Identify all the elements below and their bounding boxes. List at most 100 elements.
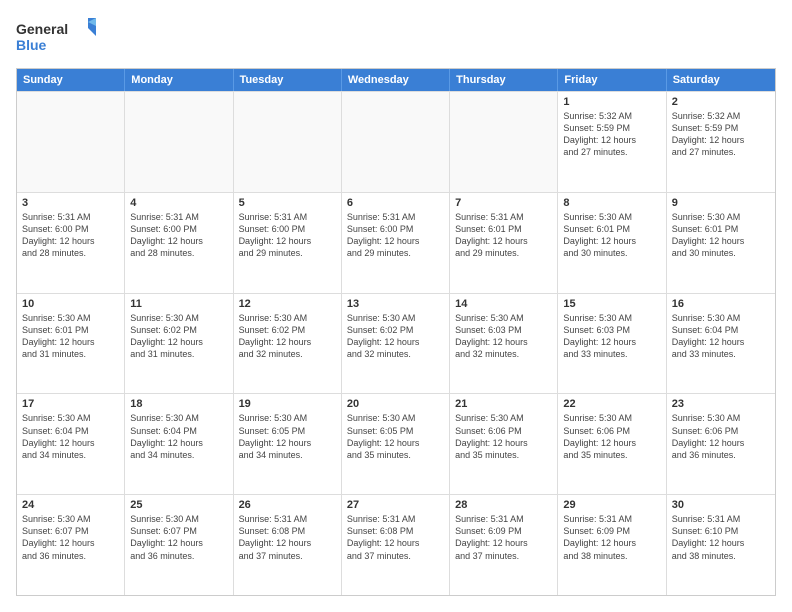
cal-cell: 21 Sunrise: 5:30 AM Sunset: 6:06 PM Dayli…: [450, 394, 558, 494]
cell-info: Sunrise: 5:31 AM Sunset: 6:10 PM Dayligh…: [672, 513, 770, 562]
cal-cell: 12 Sunrise: 5:30 AM Sunset: 6:02 PM Dayli…: [234, 294, 342, 394]
day-number: 9: [672, 197, 770, 209]
cell-info: Sunrise: 5:31 AM Sunset: 6:00 PM Dayligh…: [22, 211, 119, 260]
cal-cell: [125, 92, 233, 192]
logo-icon: General Blue: [16, 16, 96, 58]
calendar-row-1: 3 Sunrise: 5:31 AM Sunset: 6:00 PM Daylig…: [17, 192, 775, 293]
cell-info: Sunrise: 5:30 AM Sunset: 6:06 PM Dayligh…: [672, 412, 770, 461]
day-number: 10: [22, 298, 119, 310]
cal-cell: 30 Sunrise: 5:31 AM Sunset: 6:10 PM Dayli…: [667, 495, 775, 595]
cal-cell: 3 Sunrise: 5:31 AM Sunset: 6:00 PM Daylig…: [17, 193, 125, 293]
day-number: 23: [672, 398, 770, 410]
day-number: 30: [672, 499, 770, 511]
cal-cell: 19 Sunrise: 5:30 AM Sunset: 6:05 PM Dayli…: [234, 394, 342, 494]
day-number: 6: [347, 197, 444, 209]
cal-cell: 7 Sunrise: 5:31 AM Sunset: 6:01 PM Daylig…: [450, 193, 558, 293]
cell-info: Sunrise: 5:30 AM Sunset: 6:04 PM Dayligh…: [130, 412, 227, 461]
cal-cell: 26 Sunrise: 5:31 AM Sunset: 6:08 PM Dayli…: [234, 495, 342, 595]
cal-cell: 17 Sunrise: 5:30 AM Sunset: 6:04 PM Dayli…: [17, 394, 125, 494]
cell-info: Sunrise: 5:30 AM Sunset: 6:06 PM Dayligh…: [455, 412, 552, 461]
cell-info: Sunrise: 5:30 AM Sunset: 6:01 PM Dayligh…: [22, 312, 119, 361]
cell-info: Sunrise: 5:30 AM Sunset: 6:01 PM Dayligh…: [672, 211, 770, 260]
header-day-saturday: Saturday: [667, 69, 775, 91]
cal-cell: 5 Sunrise: 5:31 AM Sunset: 6:00 PM Daylig…: [234, 193, 342, 293]
day-number: 11: [130, 298, 227, 310]
cell-info: Sunrise: 5:31 AM Sunset: 6:00 PM Dayligh…: [239, 211, 336, 260]
cal-cell: 6 Sunrise: 5:31 AM Sunset: 6:00 PM Daylig…: [342, 193, 450, 293]
day-number: 12: [239, 298, 336, 310]
day-number: 1: [563, 96, 660, 108]
cell-info: Sunrise: 5:30 AM Sunset: 6:05 PM Dayligh…: [347, 412, 444, 461]
cell-info: Sunrise: 5:31 AM Sunset: 6:09 PM Dayligh…: [455, 513, 552, 562]
calendar: SundayMondayTuesdayWednesdayThursdayFrid…: [16, 68, 776, 596]
day-number: 26: [239, 499, 336, 511]
cell-info: Sunrise: 5:30 AM Sunset: 6:03 PM Dayligh…: [455, 312, 552, 361]
cell-info: Sunrise: 5:30 AM Sunset: 6:06 PM Dayligh…: [563, 412, 660, 461]
cal-cell: [234, 92, 342, 192]
day-number: 25: [130, 499, 227, 511]
cell-info: Sunrise: 5:31 AM Sunset: 6:08 PM Dayligh…: [347, 513, 444, 562]
calendar-row-4: 24 Sunrise: 5:30 AM Sunset: 6:07 PM Dayli…: [17, 494, 775, 595]
cell-info: Sunrise: 5:31 AM Sunset: 6:08 PM Dayligh…: [239, 513, 336, 562]
header-day-friday: Friday: [558, 69, 666, 91]
cell-info: Sunrise: 5:31 AM Sunset: 6:09 PM Dayligh…: [563, 513, 660, 562]
calendar-row-3: 17 Sunrise: 5:30 AM Sunset: 6:04 PM Dayli…: [17, 393, 775, 494]
calendar-body: 1 Sunrise: 5:32 AM Sunset: 5:59 PM Daylig…: [17, 91, 775, 595]
day-number: 22: [563, 398, 660, 410]
day-number: 7: [455, 197, 552, 209]
cell-info: Sunrise: 5:32 AM Sunset: 5:59 PM Dayligh…: [563, 110, 660, 159]
day-number: 24: [22, 499, 119, 511]
day-number: 5: [239, 197, 336, 209]
cell-info: Sunrise: 5:30 AM Sunset: 6:04 PM Dayligh…: [22, 412, 119, 461]
cal-cell: 24Sunrise: 5:30 AM Sunset: 6:07 PM Dayli…: [17, 495, 125, 595]
cell-info: Sunrise: 5:31 AM Sunset: 6:00 PM Dayligh…: [130, 211, 227, 260]
day-number: 28: [455, 499, 552, 511]
cell-info: Sunrise: 5:32 AM Sunset: 5:59 PM Dayligh…: [672, 110, 770, 159]
day-number: 15: [563, 298, 660, 310]
cal-cell: 11 Sunrise: 5:30 AM Sunset: 6:02 PM Dayli…: [125, 294, 233, 394]
day-number: 21: [455, 398, 552, 410]
day-number: 27: [347, 499, 444, 511]
cal-cell: 29 Sunrise: 5:31 AM Sunset: 6:09 PM Dayli…: [558, 495, 666, 595]
day-number: 29: [563, 499, 660, 511]
calendar-header: SundayMondayTuesdayWednesdayThursdayFrid…: [17, 69, 775, 91]
day-number: 4: [130, 197, 227, 209]
header-day-monday: Monday: [125, 69, 233, 91]
cell-info: Sunrise: 5:31 AM Sunset: 6:01 PM Dayligh…: [455, 211, 552, 260]
day-number: 17: [22, 398, 119, 410]
day-number: 20: [347, 398, 444, 410]
cell-info: Sunrise: 5:30 AM Sunset: 6:02 PM Dayligh…: [239, 312, 336, 361]
header-day-wednesday: Wednesday: [342, 69, 450, 91]
day-number: 16: [672, 298, 770, 310]
logo: General Blue: [16, 16, 96, 58]
calendar-row-2: 10 Sunrise: 5:30 AM Sunset: 6:01 PM Dayli…: [17, 293, 775, 394]
header: General Blue: [16, 16, 776, 58]
cell-info: Sunrise: 5:31 AM Sunset: 6:00 PM Dayligh…: [347, 211, 444, 260]
cell-info: Sunrise: 5:30 AM Sunset: 6:01 PM Dayligh…: [563, 211, 660, 260]
cal-cell: 13 Sunrise: 5:30 AM Sunset: 6:02 PM Dayli…: [342, 294, 450, 394]
cal-cell: 23 Sunrise: 5:30 AM Sunset: 6:06 PM Dayli…: [667, 394, 775, 494]
day-number: 19: [239, 398, 336, 410]
page: General Blue SundayMondayTuesdayWednesda…: [0, 0, 792, 612]
cal-cell: 28 Sunrise: 5:31 AM Sunset: 6:09 PM Dayli…: [450, 495, 558, 595]
cal-cell: 9 Sunrise: 5:30 AM Sunset: 6:01 PM Daylig…: [667, 193, 775, 293]
cell-info: Sunrise: 5:30 AM Sunset: 6:02 PM Dayligh…: [347, 312, 444, 361]
cell-info: Sunrise: 5:30 AM Sunset: 6:02 PM Dayligh…: [130, 312, 227, 361]
calendar-row-0: 1 Sunrise: 5:32 AM Sunset: 5:59 PM Daylig…: [17, 91, 775, 192]
cal-cell: 15Sunrise: 5:30 AM Sunset: 6:03 PM Dayli…: [558, 294, 666, 394]
cal-cell: [450, 92, 558, 192]
cal-cell: 14Sunrise: 5:30 AM Sunset: 6:03 PM Dayli…: [450, 294, 558, 394]
day-number: 3: [22, 197, 119, 209]
cell-info: Sunrise: 5:30 AM Sunset: 6:04 PM Dayligh…: [672, 312, 770, 361]
cell-info: Sunrise: 5:30 AM Sunset: 6:05 PM Dayligh…: [239, 412, 336, 461]
header-day-tuesday: Tuesday: [234, 69, 342, 91]
cal-cell: 1 Sunrise: 5:32 AM Sunset: 5:59 PM Daylig…: [558, 92, 666, 192]
cal-cell: 2Sunrise: 5:32 AM Sunset: 5:59 PM Daylig…: [667, 92, 775, 192]
cal-cell: [342, 92, 450, 192]
cell-info: Sunrise: 5:30 AM Sunset: 6:07 PM Dayligh…: [130, 513, 227, 562]
day-number: 13: [347, 298, 444, 310]
cal-cell: 4 Sunrise: 5:31 AM Sunset: 6:00 PM Daylig…: [125, 193, 233, 293]
cal-cell: 16 Sunrise: 5:30 AM Sunset: 6:04 PM Dayli…: [667, 294, 775, 394]
day-number: 8: [563, 197, 660, 209]
header-day-thursday: Thursday: [450, 69, 558, 91]
